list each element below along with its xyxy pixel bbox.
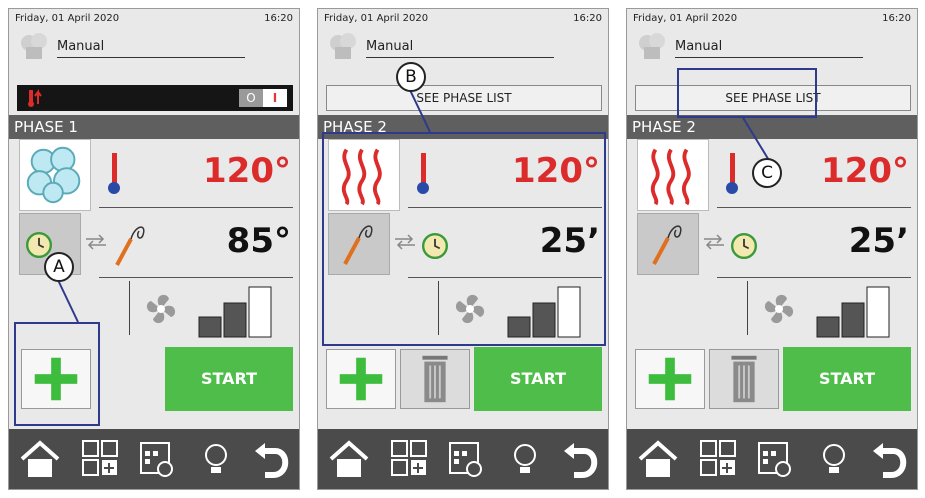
- trash-icon: [731, 355, 757, 403]
- fan-icon[interactable]: [141, 289, 181, 329]
- time-label: 16:20: [573, 13, 602, 24]
- home-icon[interactable]: [328, 437, 370, 481]
- cooking-time[interactable]: 25’: [849, 221, 909, 261]
- trash-icon: [422, 355, 448, 403]
- mode-selector[interactable]: Manual: [326, 33, 554, 59]
- mode-label: Manual: [57, 39, 105, 54]
- chef-hat-icon: [21, 33, 47, 59]
- phase-card[interactable]: 120° 85°: [9, 139, 299, 339]
- divider: [99, 277, 293, 278]
- delete-phase-button[interactable]: [709, 349, 779, 409]
- date-label: Friday, 01 April 2020: [633, 13, 738, 24]
- bulb-icon[interactable]: [813, 437, 855, 481]
- calendar-icon[interactable]: [135, 437, 177, 481]
- thermometer-icon: [726, 153, 738, 194]
- programs-icon[interactable]: [697, 437, 739, 481]
- delete-phase-button[interactable]: [400, 349, 470, 409]
- home-icon[interactable]: [637, 437, 679, 481]
- start-button[interactable]: START: [474, 347, 602, 411]
- chamber-temperature[interactable]: 120°: [203, 151, 291, 191]
- chef-hat-icon: [330, 33, 356, 59]
- phase-title: PHASE 2: [627, 115, 917, 139]
- callout-a: A: [44, 252, 74, 282]
- swap-arrows-icon[interactable]: [83, 233, 109, 251]
- mode-underline: [675, 57, 863, 58]
- core-temperature[interactable]: 85°: [227, 221, 291, 261]
- probe-icon: [652, 225, 682, 265]
- mode-underline: [57, 57, 245, 58]
- start-button[interactable]: START: [165, 347, 293, 411]
- divider: [747, 281, 748, 335]
- toggle-off[interactable]: O: [239, 89, 263, 107]
- calendar-icon[interactable]: [753, 437, 795, 481]
- callout-c: C: [752, 158, 782, 188]
- home-icon[interactable]: [19, 437, 61, 481]
- time-label: 16:20: [264, 13, 293, 24]
- preheat-toggle[interactable]: O I: [239, 89, 287, 107]
- plus-icon: [339, 357, 383, 401]
- back-icon[interactable]: [869, 437, 911, 481]
- bottom-nav: [9, 429, 299, 489]
- bottom-nav: [318, 429, 608, 489]
- status-bar: Friday, 01 April 2020 16:20: [9, 9, 299, 27]
- chef-hat-icon: [639, 33, 665, 59]
- mode-selector[interactable]: Manual: [17, 33, 245, 59]
- plus-icon: [648, 357, 692, 401]
- mode-selector[interactable]: Manual: [635, 33, 863, 59]
- callout-b: B: [396, 62, 426, 92]
- mode-label: Manual: [675, 39, 723, 54]
- fan-speed-bars-icon[interactable]: [815, 283, 895, 339]
- probe-icon[interactable]: [113, 219, 149, 269]
- status-bar: Friday, 01 April 2020 16:20: [627, 9, 917, 27]
- divider: [717, 277, 911, 278]
- annotation-box-a: [14, 322, 100, 426]
- mode-label: Manual: [366, 39, 414, 54]
- divider: [99, 207, 293, 208]
- date-label: Friday, 01 April 2020: [324, 13, 429, 24]
- status-bar: Friday, 01 April 2020 16:20: [318, 9, 608, 27]
- time-label: 16:20: [882, 13, 911, 24]
- bottom-nav: [627, 429, 917, 489]
- phase-title: PHASE 1: [9, 115, 299, 139]
- add-phase-button[interactable]: [326, 349, 396, 409]
- back-icon[interactable]: [251, 437, 293, 481]
- add-phase-button[interactable]: [635, 349, 705, 409]
- toggle-on[interactable]: I: [263, 89, 287, 107]
- divider: [129, 281, 130, 335]
- heat-waves-icon: [650, 148, 691, 206]
- swap-arrows-icon[interactable]: [701, 233, 727, 251]
- bulb-icon[interactable]: [195, 437, 237, 481]
- fan-icon[interactable]: [759, 289, 799, 329]
- preheat-bar: O I: [17, 85, 293, 111]
- cooking-mode-button[interactable]: [19, 139, 91, 211]
- programs-icon[interactable]: [388, 437, 430, 481]
- fan-speed-bars-icon[interactable]: [197, 283, 277, 339]
- see-phase-list-button[interactable]: SEE PHASE LIST: [326, 85, 602, 111]
- annotation-box-c: [677, 68, 817, 118]
- preheat-icon: [28, 89, 42, 107]
- probe-mode-button[interactable]: [637, 213, 699, 275]
- annotation-box-b: [322, 132, 606, 346]
- mode-underline: [366, 57, 554, 58]
- back-icon[interactable]: [560, 437, 602, 481]
- divider: [717, 207, 911, 208]
- start-button[interactable]: START: [783, 347, 911, 411]
- calendar-icon[interactable]: [444, 437, 486, 481]
- programs-icon[interactable]: [79, 437, 121, 481]
- clock-icon[interactable]: [731, 233, 757, 259]
- thermometer-icon: [108, 153, 120, 194]
- cooking-mode-button[interactable]: [637, 139, 709, 211]
- date-label: Friday, 01 April 2020: [15, 13, 120, 24]
- chamber-temperature[interactable]: 120°: [821, 151, 909, 191]
- steam-icon: [26, 146, 81, 204]
- clock-icon: [26, 232, 52, 258]
- bulb-icon[interactable]: [504, 437, 546, 481]
